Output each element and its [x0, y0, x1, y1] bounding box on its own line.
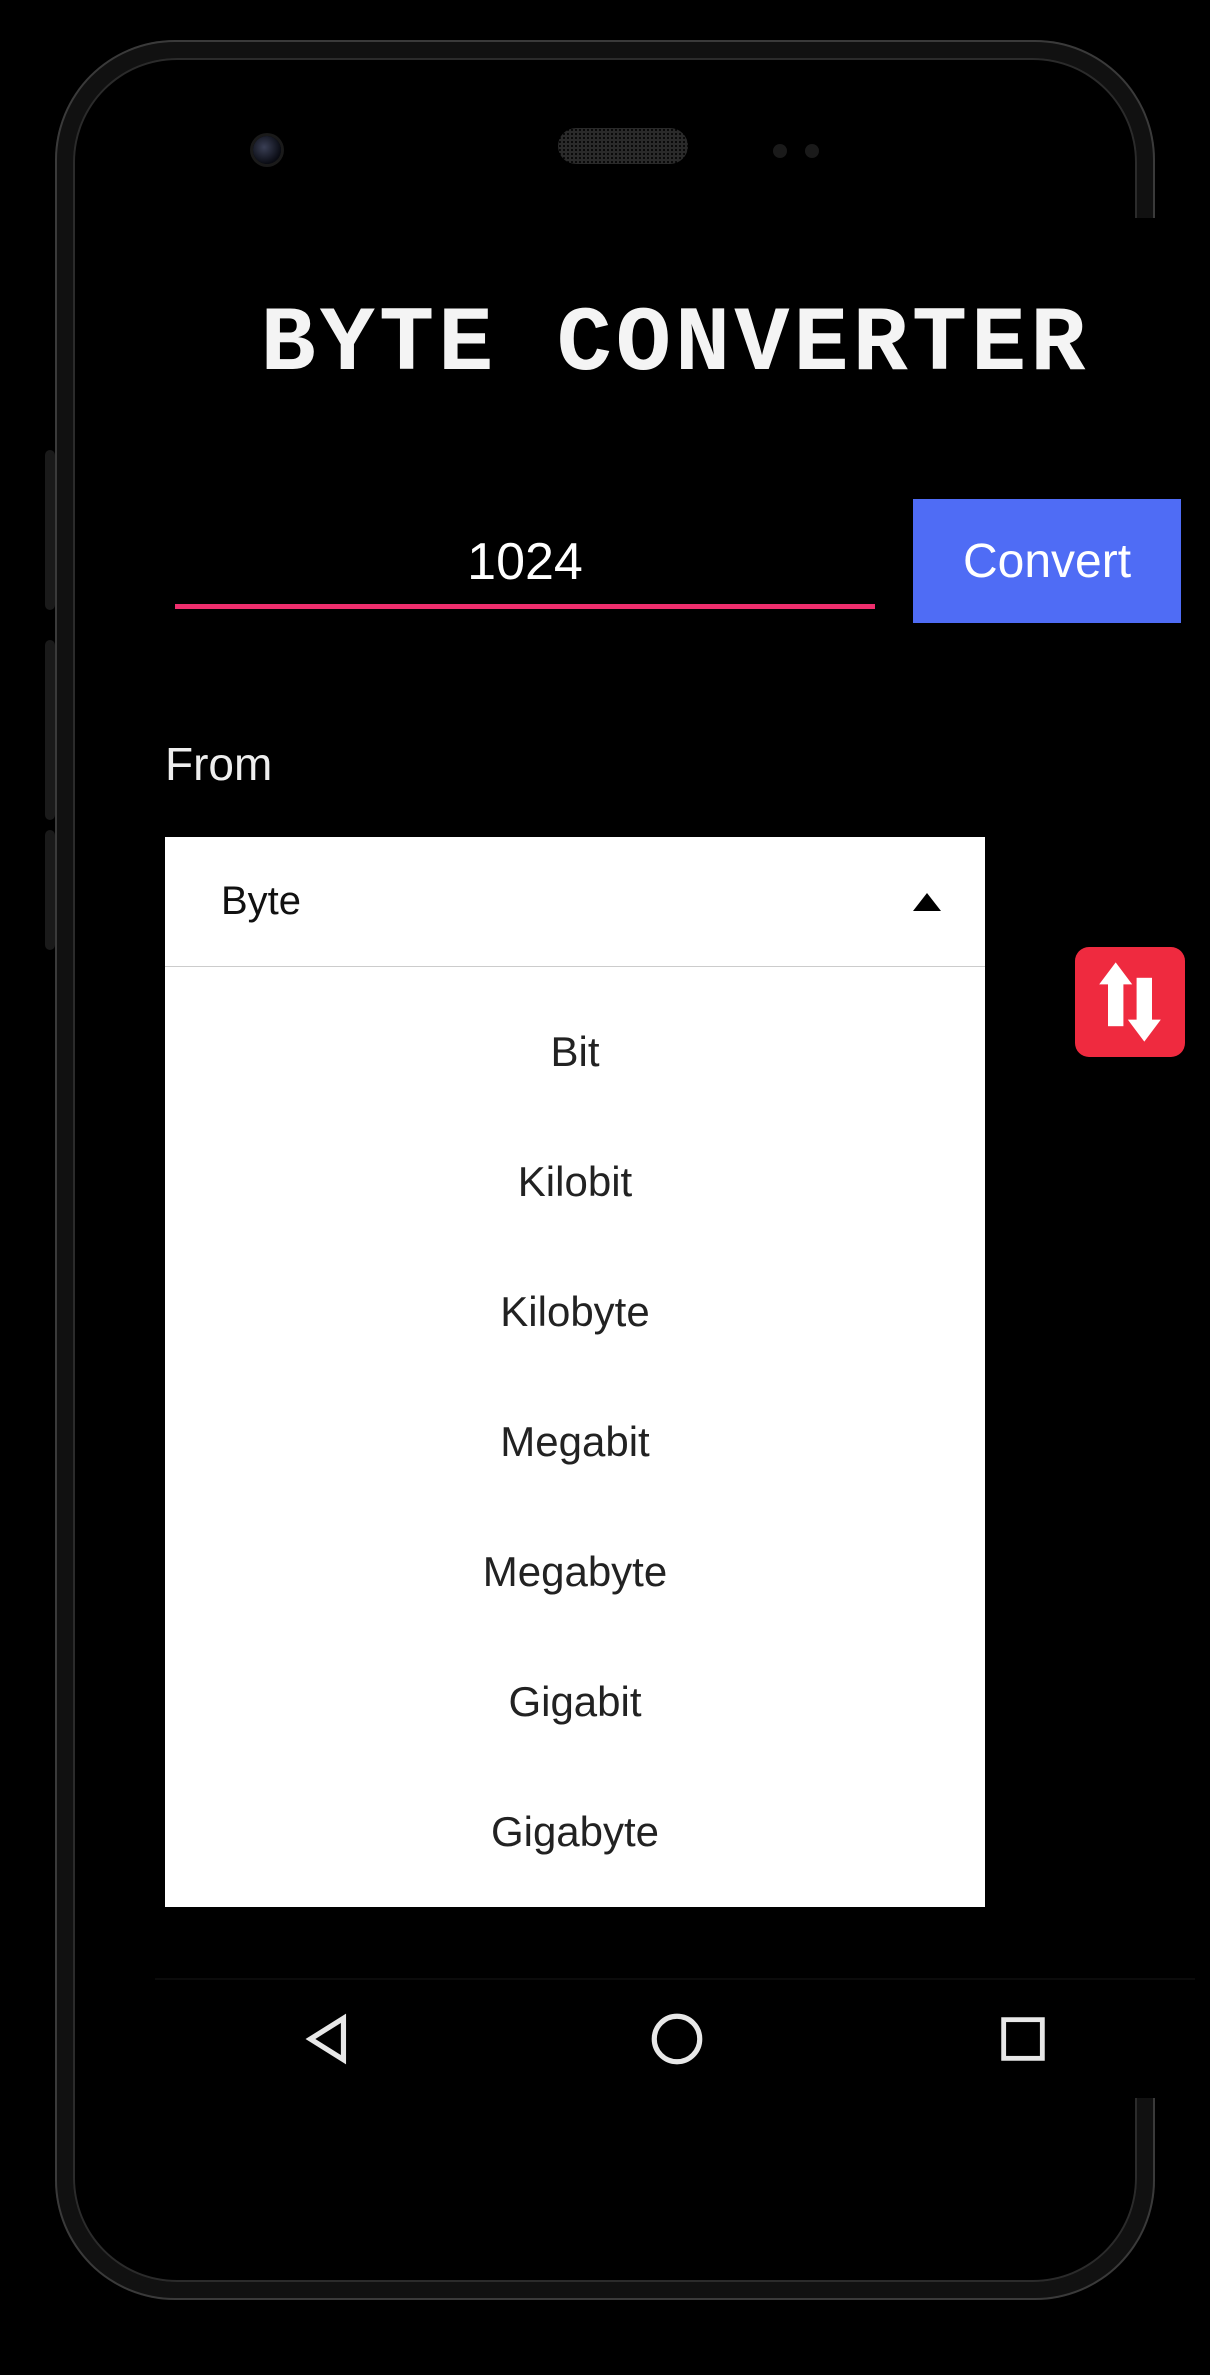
phone-frame: BYTE CONVERTER Convert From Byte [55, 40, 1155, 2300]
nav-recent-button[interactable] [994, 2010, 1052, 2068]
volume-down-button[interactable] [45, 830, 55, 950]
app-title: BYTE CONVERTER [155, 218, 1195, 397]
stage: BYTE CONVERTER Convert From Byte [0, 0, 1210, 2375]
swap-vertical-icon [1075, 947, 1185, 1057]
dropdown-item[interactable]: Megabit [165, 1377, 985, 1507]
convert-button[interactable]: Convert [913, 499, 1181, 623]
earpiece-speaker [558, 128, 688, 164]
input-row: Convert [155, 519, 1195, 639]
arrow-up-icon [913, 893, 941, 911]
dropdown-item[interactable]: Gigabit [165, 1637, 985, 1767]
sensor-cluster [773, 144, 833, 160]
dropdown-item[interactable]: Gigabyte [165, 1767, 985, 1897]
android-navbar [155, 1978, 1195, 2098]
dropdown-item[interactable]: Kilobyte [165, 1247, 985, 1377]
dropdown-selected[interactable]: Byte [165, 837, 985, 967]
nav-home-button[interactable] [646, 2008, 708, 2070]
dropdown-item[interactable]: Bit [165, 987, 985, 1117]
dropdown-list: Bit Kilobit Kilobyte Megabit Megabyte Gi… [165, 967, 985, 1907]
dropdown-selected-label: Byte [221, 879, 301, 924]
dropdown-item[interactable]: Megabyte [165, 1507, 985, 1637]
volume-up-button[interactable] [45, 640, 55, 820]
value-input[interactable] [175, 519, 875, 609]
screen: BYTE CONVERTER Convert From Byte [155, 218, 1195, 2098]
dropdown-item[interactable]: Kilobit [165, 1117, 985, 1247]
swap-button[interactable] [1075, 947, 1185, 1057]
front-camera [253, 136, 281, 164]
app-content: BYTE CONVERTER Convert From Byte [155, 218, 1195, 1978]
from-label: From [165, 737, 1195, 791]
phone-inner: BYTE CONVERTER Convert From Byte [73, 58, 1137, 2282]
from-dropdown[interactable]: Byte Bit Kilobit Kilobyte Megabit Megaby… [165, 837, 985, 1907]
power-button[interactable] [45, 450, 55, 610]
nav-back-button[interactable] [298, 2008, 360, 2070]
